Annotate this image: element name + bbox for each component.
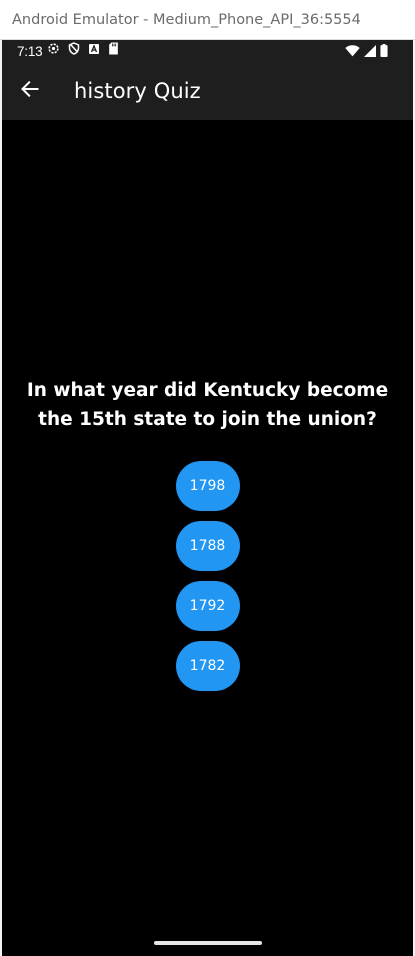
answer-button-1782[interactable]: 1782 <box>175 641 240 691</box>
answer-button-1788[interactable]: 1788 <box>175 521 240 571</box>
battery-icon <box>380 44 388 62</box>
home-gesture-bar[interactable] <box>154 941 262 945</box>
back-button[interactable] <box>2 62 58 120</box>
answer-button-1792[interactable]: 1792 <box>175 581 240 631</box>
signal-icon <box>364 44 376 62</box>
status-bar: 7:13 <box>2 40 413 62</box>
sd-card-icon <box>108 42 119 60</box>
status-icons-right <box>345 44 388 62</box>
wifi-icon <box>345 44 360 62</box>
status-time: 7:13 <box>17 43 43 59</box>
answer-list: 1798 1788 1792 1782 <box>2 461 413 691</box>
a-badge-icon <box>88 42 100 60</box>
quiz-question: In what year did Kentucky become the 15t… <box>26 380 389 430</box>
status-icons-left <box>47 42 119 60</box>
arrow-left-icon <box>20 79 40 104</box>
answer-button-1798[interactable]: 1798 <box>175 461 240 511</box>
app-bar: history Quiz <box>2 62 413 120</box>
settings-icon <box>47 42 60 60</box>
shield-icon <box>68 42 80 60</box>
device-screen: 7:13 history Quiz In what year did Kentu… <box>2 40 413 956</box>
emulator-window-title: Android Emulator - Medium_Phone_API_36:5… <box>0 0 415 40</box>
page-title: history Quiz <box>74 79 201 103</box>
